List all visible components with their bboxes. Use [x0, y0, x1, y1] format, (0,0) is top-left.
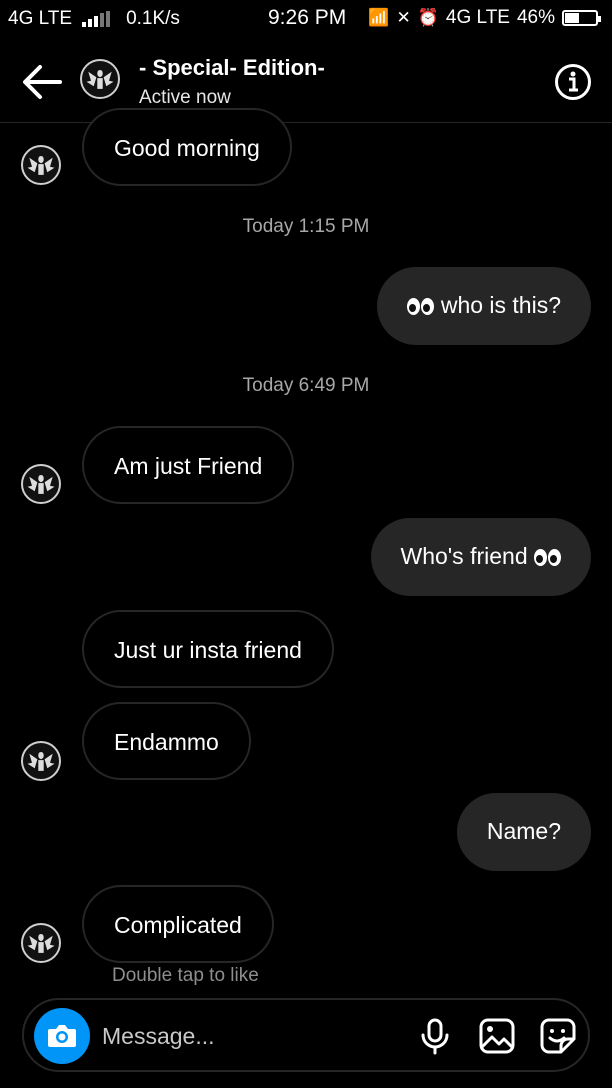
data-speed-label: 0.1K/s: [126, 8, 180, 29]
message-text: Am just Friend: [114, 453, 263, 479]
message-bubble-incoming[interactable]: Endammo: [82, 702, 251, 780]
sender-avatar[interactable]: [21, 741, 61, 781]
battery-percent-label: 46%: [516, 7, 555, 28]
bluetooth-icon: 📶: [368, 8, 390, 27]
active-status: Active now: [139, 87, 231, 108]
message-bubble-incoming[interactable]: Good morning: [82, 108, 292, 186]
message-text: Good morning: [114, 135, 260, 161]
sender-avatar[interactable]: [21, 923, 61, 963]
chat-header: - Special- Edition- Active now: [0, 40, 612, 123]
silent-icon: ✕: [396, 8, 411, 27]
alarm-icon: ⏰: [417, 8, 439, 27]
battery-icon: [562, 10, 601, 26]
message-bubble-incoming[interactable]: Complicated: [82, 885, 274, 963]
message-bubble-outgoing[interactable]: Name?: [456, 793, 591, 871]
clock: 9:26 PM: [268, 6, 347, 29]
message-bubble-incoming[interactable]: Am just Friend: [82, 426, 295, 504]
message-bubble-outgoing[interactable]: Who's friend: [370, 518, 591, 596]
network-type-label: 4G LTE: [8, 8, 73, 29]
info-icon[interactable]: [554, 63, 592, 101]
signal-strength-icon: [82, 11, 111, 27]
sender-avatar[interactable]: [21, 145, 61, 185]
eyes-emoji-icon: [407, 298, 435, 315]
camera-icon: [48, 1025, 76, 1047]
sender-avatar[interactable]: [21, 464, 61, 504]
camera-button[interactable]: [34, 1008, 90, 1064]
double-tap-hint: Double tap to like: [112, 965, 259, 986]
contact-name[interactable]: - Special- Edition-: [139, 55, 325, 81]
message-text: Who's friend: [400, 543, 528, 569]
message-composer: [22, 998, 590, 1072]
message-timestamp: Today 1:15 PM: [242, 216, 370, 237]
eyes-emoji-icon: [534, 549, 561, 566]
message-text: Name?: [486, 818, 561, 844]
message-bubble-outgoing[interactable]: who is this?: [377, 267, 591, 345]
gallery-icon[interactable]: [478, 1017, 516, 1055]
message-text: Complicated: [114, 912, 242, 938]
message-text: who is this?: [440, 292, 561, 318]
message-text: Endammo: [114, 729, 219, 755]
back-arrow-icon[interactable]: [20, 62, 64, 102]
message-bubble-incoming[interactable]: Just ur insta friend: [82, 610, 334, 688]
network-type-right-label: 4G LTE: [445, 7, 510, 28]
status-bar: 4G LTE 0.1K/s 9:26 PM 📶 ✕ ⏰ 4G LTE 46%: [0, 0, 612, 38]
message-timestamp: Today 6:49 PM: [242, 375, 370, 396]
message-input[interactable]: [102, 1018, 402, 1054]
message-text: Just ur insta friend: [114, 637, 302, 663]
contact-avatar[interactable]: [80, 59, 120, 99]
microphone-icon[interactable]: [416, 1017, 454, 1055]
sticker-icon[interactable]: [539, 1017, 577, 1055]
